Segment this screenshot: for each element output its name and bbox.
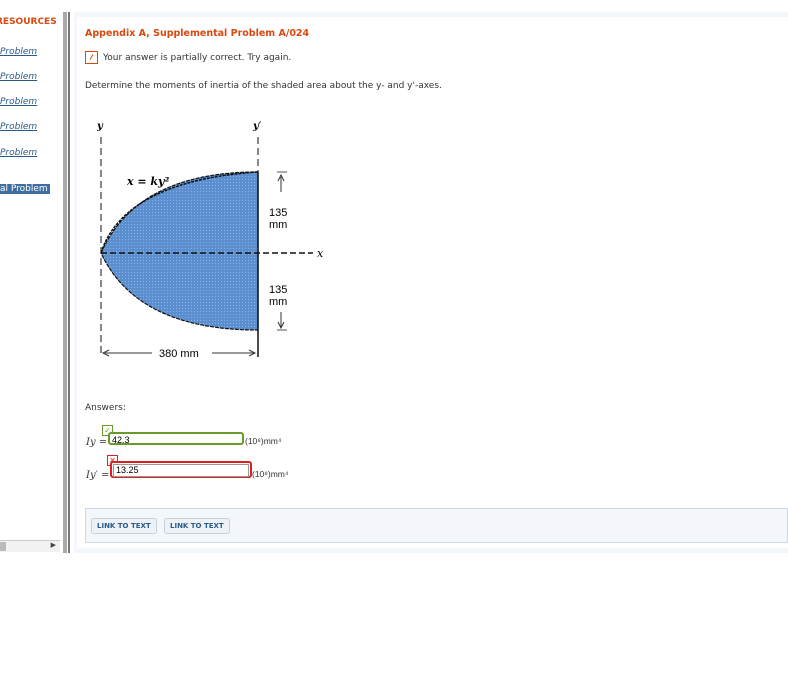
iy-input[interactable]: 42.3	[108, 432, 244, 445]
answer-label-iyp: Iy′ =	[86, 470, 110, 481]
iy-unit: (10⁸)mm⁴	[245, 436, 282, 446]
sidebar-header: RESOURCES	[0, 17, 57, 27]
dim-width: 380 mm	[159, 348, 199, 360]
button-bar: LINK TO TEXT LINK TO TEXT	[85, 508, 788, 543]
answers-label: Answers:	[85, 403, 126, 413]
sidebar-link[interactable]: Problem	[0, 97, 37, 107]
horizontal-scrollbar[interactable]: ▶	[0, 540, 60, 552]
iyp-unit: (10⁸)mm⁴	[252, 469, 289, 479]
iyp-input[interactable]: 13.25	[110, 461, 252, 478]
sidebar: RESOURCES Problem Problem Problem Proble…	[0, 0, 63, 553]
dim-top-unit: mm	[269, 219, 287, 231]
shaded-area	[100, 171, 259, 331]
y-prime-axis-label: y′	[252, 121, 262, 132]
link-to-text-button[interactable]: LINK TO TEXT	[164, 518, 230, 534]
dim-top-value: 135	[269, 207, 287, 219]
pane-divider[interactable]	[63, 12, 67, 553]
link-to-text-button[interactable]: LINK TO TEXT	[91, 518, 157, 534]
iyp-input-value[interactable]: 13.25	[113, 464, 249, 477]
main-panel: Appendix A, Supplemental Problem A/024 Y…	[74, 12, 788, 553]
sidebar-link[interactable]: Problem	[0, 122, 37, 132]
dim-bottom-unit: mm	[269, 296, 287, 308]
x-axis-label: x	[317, 247, 324, 260]
scroll-thumb[interactable]	[0, 542, 6, 551]
sidebar-link[interactable]: Problem	[0, 72, 37, 82]
sidebar-link[interactable]: Problem	[0, 148, 37, 158]
sidebar-item-selected[interactable]: al Problem	[0, 184, 50, 194]
scroll-right-arrow-icon[interactable]: ▶	[51, 541, 56, 549]
answer-label-iy: Iy =	[86, 437, 108, 448]
y-axis-label: y	[96, 121, 104, 132]
equation-label: x = ky²	[126, 175, 169, 188]
pane-divider-edge	[68, 12, 70, 553]
problem-figure: y y′ x x = ky² 135 mm 135 mm 380 mm	[96, 121, 324, 360]
sidebar-link[interactable]: Problem	[0, 47, 37, 57]
dim-bottom-value: 135	[269, 284, 287, 296]
